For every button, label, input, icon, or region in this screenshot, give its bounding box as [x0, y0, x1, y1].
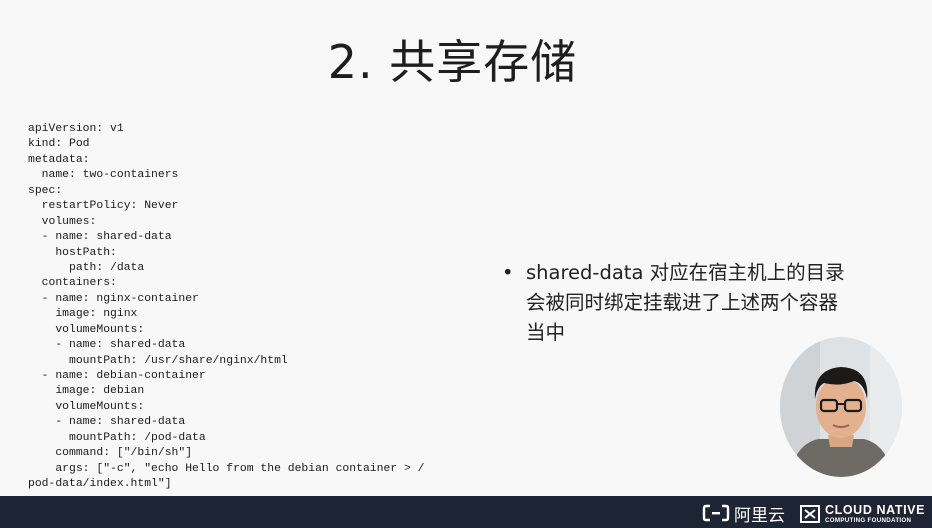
code-line: mountPath: /pod-data: [28, 431, 206, 444]
presenter-avatar: [780, 337, 902, 477]
code-line: image: nginx: [28, 308, 138, 321]
code-line: volumeMounts:: [28, 323, 145, 336]
code-line: command: ["/bin/sh"]: [28, 447, 193, 460]
code-line: hostPath:: [28, 246, 117, 259]
code-line: volumes:: [28, 215, 97, 228]
code-line: kind: Pod: [28, 138, 90, 151]
aliyun-logo-icon: [702, 504, 730, 522]
code-line: metadata:: [28, 153, 90, 166]
code-line: volumeMounts:: [28, 400, 145, 413]
slide-canvas: 2. 共享存储 apiVersion: v1 kind: Pod metadata:…: [0, 0, 932, 496]
code-line: args: ["-c", "echo Hello from the debian…: [28, 462, 425, 475]
code-line: - name: shared-data: [28, 231, 172, 244]
code-line: spec:: [28, 184, 63, 197]
code-line: image: debian: [28, 385, 145, 398]
aliyun-brand: 阿里云: [702, 502, 785, 526]
code-line: containers:: [28, 277, 117, 290]
yaml-code-block: apiVersion: v1 kind: Pod metadata: name: t…: [28, 122, 424, 493]
code-line: path: /data: [28, 261, 145, 274]
bullet-text-line: 会被同时绑定挂载进了上述两个容器: [526, 291, 839, 314]
code-line: - name: nginx-container: [28, 292, 199, 305]
code-line: apiVersion: v1: [28, 123, 124, 135]
aliyun-brand-text: 阿里云: [734, 505, 785, 526]
cncf-logo-icon: [800, 505, 820, 523]
code-line: name: two-containers: [28, 169, 179, 182]
code-line: pod-data/index.html"]: [28, 478, 172, 491]
code-line: - name: debian-container: [28, 370, 206, 382]
cncf-brand-text: CLOUD NATIVE COMPUTING FOUNDATION: [825, 504, 925, 525]
cncf-brand: CLOUD NATIVE COMPUTING FOUNDATION: [800, 503, 925, 525]
bullet-text-line: 当中: [526, 321, 566, 344]
code-line: - name: shared-data: [28, 339, 186, 352]
code-line: mountPath: /usr/share/nginx/html: [28, 354, 288, 367]
presenter-illustration: [780, 337, 902, 477]
bullet-text: shared-data 对应在宿主机上的目录 会被同时绑定挂载进了上述两个容器 …: [526, 258, 845, 348]
cncf-brand-line1: CLOUD NATIVE: [825, 502, 926, 517]
slide-title: 2. 共享存储: [327, 35, 578, 89]
footer-bar: [0, 496, 932, 528]
cncf-brand-line2: COMPUTING FOUNDATION: [825, 517, 912, 525]
code-line: - name: shared-data: [28, 416, 186, 429]
code-line: restartPolicy: Never: [28, 200, 179, 213]
bullet-dot: •: [502, 261, 514, 284]
bullet-text-line: shared-data 对应在宿主机上的目录: [526, 261, 845, 284]
